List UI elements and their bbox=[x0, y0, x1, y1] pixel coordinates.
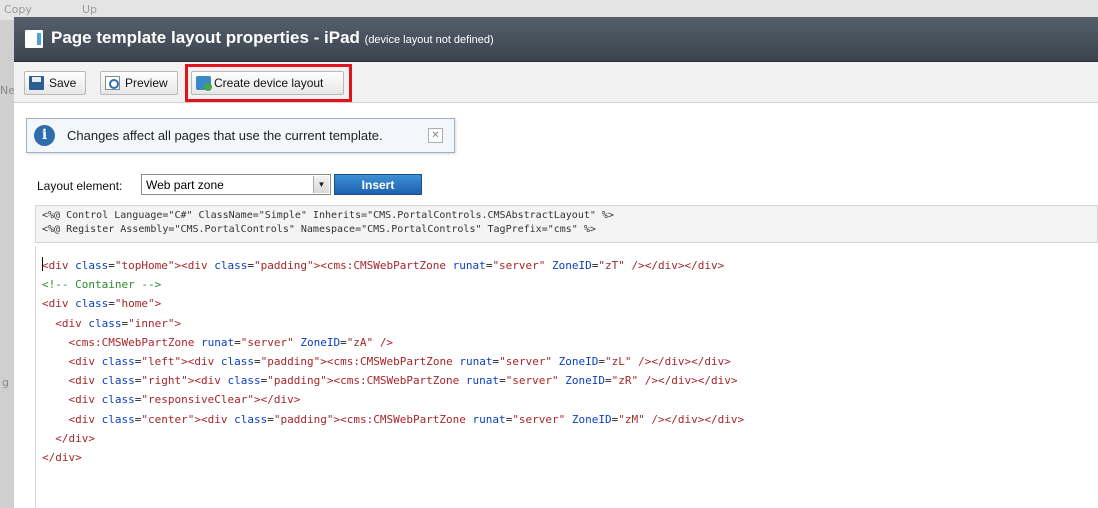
close-icon[interactable]: ✕ bbox=[428, 128, 443, 143]
preview-button[interactable]: Preview bbox=[100, 71, 178, 95]
code-line: </div> bbox=[42, 451, 82, 464]
code-editor[interactable]: <div class="topHome"><div class="padding… bbox=[35, 246, 1098, 508]
directive-line: <%@ Register Assembly="CMS.PortalControl… bbox=[42, 224, 596, 235]
layout-properties-dialog: Page template layout properties - iPad (… bbox=[14, 17, 1098, 508]
dialog-title: Page template layout properties - iPad (… bbox=[51, 28, 494, 48]
code-line: <div class="center"><div class="padding"… bbox=[68, 412, 745, 426]
dialog-title-note: (device layout not defined) bbox=[364, 34, 494, 46]
bg-side-glyph: Ne bbox=[0, 84, 15, 97]
save-icon bbox=[29, 76, 44, 90]
code-line: <!-- Container --> bbox=[42, 278, 162, 292]
code-line: <div class="right"><div class="padding">… bbox=[68, 374, 738, 388]
code-line: <div class="left"><div class="padding"><… bbox=[68, 355, 731, 368]
directive-header: <%@ Control Language="C#" ClassName="Sim… bbox=[35, 205, 1098, 243]
save-label: Save bbox=[49, 76, 77, 90]
layout-element-select[interactable]: Web part zone ▼ bbox=[141, 174, 331, 195]
info-text: Changes affect all pages that use the cu… bbox=[67, 128, 383, 143]
bg-copy-label: Copy bbox=[4, 3, 32, 16]
dialog-toolbar: Save Preview Create device layout bbox=[14, 62, 1098, 103]
code-line: <cms:CMSWebPartZone runat="server" ZoneI… bbox=[68, 335, 394, 349]
code-line: <div class="topHome"><div class="padding… bbox=[42, 259, 725, 272]
save-button[interactable]: Save bbox=[24, 71, 86, 95]
code-line: <div class="inner"> bbox=[55, 316, 182, 330]
chevron-down-icon[interactable]: ▼ bbox=[313, 176, 329, 193]
info-message: i Changes affect all pages that use the … bbox=[26, 118, 455, 153]
directive-line: <%@ Control Language="C#" ClassName="Sim… bbox=[42, 210, 614, 221]
background-sidebar: Ne g bbox=[0, 20, 15, 508]
bg-side-glyph-2: g bbox=[2, 376, 9, 389]
page-layout-icon bbox=[25, 30, 43, 48]
dialog-title-main: Page template layout properties - iPad bbox=[51, 28, 360, 47]
dialog-title-bar: Page template layout properties - iPad (… bbox=[14, 17, 1098, 62]
bg-up-label: Up bbox=[82, 3, 98, 16]
insert-button[interactable]: Insert bbox=[334, 174, 422, 195]
highlight-box bbox=[185, 64, 352, 102]
code-line: </div> bbox=[55, 431, 95, 445]
layout-element-value: Web part zone bbox=[146, 178, 224, 192]
info-icon: i bbox=[34, 125, 55, 146]
code-line: <div class="responsiveClear"></div> bbox=[68, 393, 301, 407]
code-line: <div class="home"> bbox=[42, 297, 162, 311]
preview-icon bbox=[105, 76, 120, 90]
preview-label: Preview bbox=[125, 76, 168, 90]
layout-element-label: Layout element: bbox=[37, 179, 123, 193]
